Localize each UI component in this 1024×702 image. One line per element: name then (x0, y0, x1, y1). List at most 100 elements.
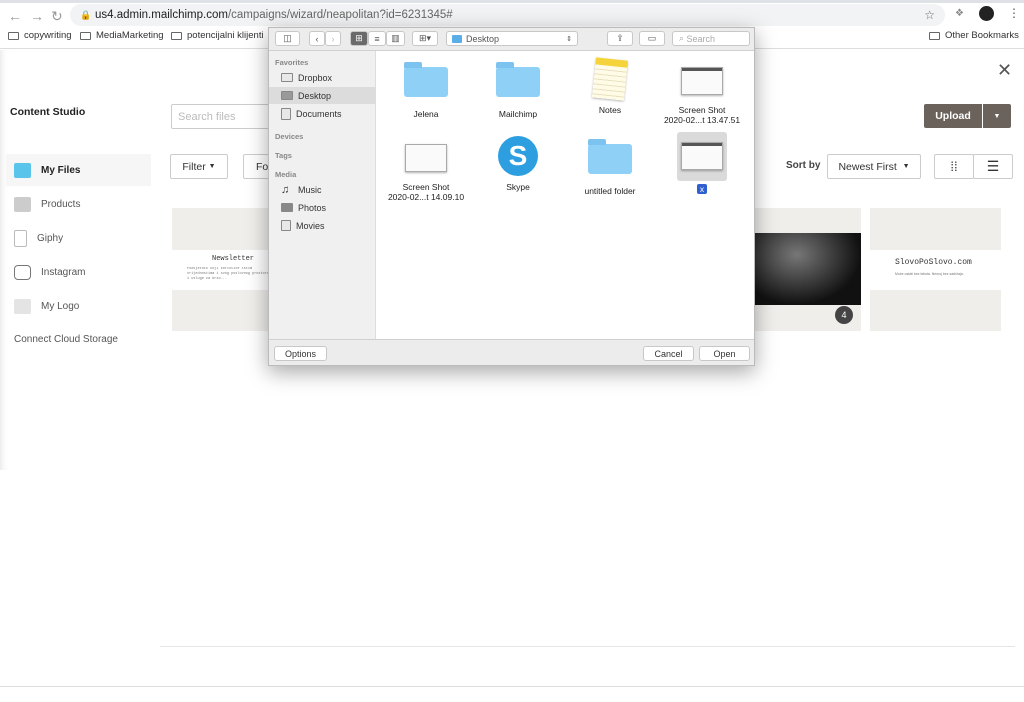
sidebar-item-documents[interactable]: Documents (269, 105, 376, 122)
section-media: Media (275, 170, 297, 179)
options-button[interactable]: Options (274, 346, 327, 361)
sidebar-item-label: Products (41, 198, 81, 210)
sort-select[interactable]: Newest First ▼ (827, 154, 921, 179)
file-card-photo[interactable]: 4 (754, 208, 861, 331)
share-button[interactable]: ⇪ (607, 31, 633, 46)
tab-strip (0, 0, 1024, 3)
sidebar-item-products[interactable]: Products (6, 188, 151, 220)
sidebar-item-my-logo[interactable]: My Logo (6, 290, 151, 322)
list-view-button[interactable]: ☰ (973, 154, 1013, 179)
upload-options-button[interactable]: ▼ (983, 104, 1011, 128)
list-icon: ☰ (986, 158, 1000, 174)
profile-avatar[interactable] (979, 6, 994, 21)
screenshot-thumbnail-icon (681, 67, 723, 95)
file-name-line2: 2020-02...t 14.09.10 (387, 192, 465, 202)
folders-label: Fo (256, 160, 269, 173)
upload-button[interactable]: Upload (924, 104, 982, 128)
sidebar-item-photos[interactable]: Photos (269, 199, 376, 216)
bookmark-potencijalni-klijenti[interactable]: potencijalni klijenti (171, 30, 264, 41)
search-files-input[interactable]: Search files (171, 104, 271, 129)
search-icon: ⌕ (679, 33, 687, 43)
file-item-jelena[interactable]: Jelena (381, 59, 471, 119)
back-icon[interactable]: ← (8, 8, 22, 24)
updown-icon: ⇕ (566, 35, 572, 43)
file-item-screenshot-1[interactable]: Screen Shot 2020-02...t 13.47.51 (657, 59, 747, 125)
forward-icon[interactable]: → (30, 8, 44, 24)
file-icon (14, 229, 27, 247)
connect-cloud-storage-link[interactable]: Connect Cloud Storage (14, 334, 118, 345)
file-card-slovoposlovo[interactable]: SlovoPoSlovo.com Može ostati bez teksta.… (870, 208, 1001, 331)
forward-button[interactable]: › (325, 31, 341, 46)
list-view-button[interactable]: ≡ (368, 31, 386, 46)
open-button[interactable]: Open (699, 346, 750, 361)
sidebar-item-instagram[interactable]: Instagram (6, 256, 151, 288)
documents-icon (281, 107, 291, 120)
sidebar-item-music[interactable]: ♫ Music (269, 181, 376, 198)
file-name: Jelena (413, 109, 439, 119)
divider (160, 646, 1015, 647)
back-button[interactable]: ‹ (309, 31, 325, 46)
file-item-screenshot-2[interactable]: Screen Shot 2020-02...t 14.09.10 (381, 136, 471, 202)
file-item-skype[interactable]: S Skype (473, 136, 563, 192)
skype-app-icon: S (498, 136, 538, 176)
close-icon[interactable]: ✕ (997, 60, 1012, 81)
item-label: Photos (298, 202, 327, 213)
sidebar-item-label: Giphy (37, 232, 64, 244)
tag-icon: ▭ (647, 33, 657, 43)
lock-icon: 🔒 (80, 10, 92, 20)
file-item-untitled-folder[interactable]: untitled folder (565, 136, 655, 196)
sidebar-toggle-button[interactable]: ◫ (275, 31, 300, 46)
file-name: Notes (598, 105, 622, 115)
file-card-newsletter[interactable]: Newsletter Podsjetnik koji koristite ist… (172, 208, 272, 331)
dialog-footer: Options Cancel Open (269, 339, 754, 365)
file-name: Skype (506, 182, 530, 192)
location-select[interactable]: Desktop ⇕ (446, 31, 578, 46)
other-bookmarks[interactable]: Other Bookmarks (929, 30, 1019, 41)
menu-icon[interactable]: ⋮ (1008, 6, 1020, 20)
file-item-notes[interactable]: Notes (565, 57, 655, 115)
reload-icon[interactable]: ↻ (51, 8, 63, 25)
dropbox-extension-icon[interactable]: ❖ (955, 8, 964, 19)
grid-view-button[interactable]: ⁞⁞ (934, 154, 974, 179)
column-view-button[interactable]: ▥ (386, 31, 405, 46)
section-devices: Devices (275, 132, 304, 141)
bookmark-label: copywriting (24, 30, 72, 41)
address-bar[interactable]: 🔒 us4.admin.mailchimp.com/campaigns/wizar… (70, 4, 945, 26)
item-label: Dropbox (298, 72, 333, 83)
bookmark-mediamarketing[interactable]: MediaMarketing (80, 30, 164, 41)
sort-value: Newest First (838, 160, 897, 173)
folder-icon (281, 73, 293, 82)
file-name-line2: 2020-02...t 13.47.51 (663, 115, 741, 125)
arrange-icon: ⊞▾ (418, 33, 432, 43)
folder-icon (588, 139, 632, 174)
item-label: Desktop (298, 90, 332, 101)
dialog-search-input[interactable]: ⌕ Search (672, 31, 750, 46)
sidebar-item-my-files[interactable]: My Files (6, 154, 151, 186)
sidebar-item-dropbox[interactable]: Dropbox (269, 69, 376, 86)
count-badge: 4 (835, 306, 853, 324)
columns-icon: ▥ (391, 33, 400, 43)
filter-button[interactable]: Filter ▼ (170, 154, 228, 179)
folder-icon (404, 62, 448, 97)
file-item-mailchimp[interactable]: Mailchimp (473, 59, 563, 119)
divider (0, 686, 1024, 687)
star-icon[interactable]: ☆ (924, 4, 935, 26)
sidebar-item-giphy[interactable]: Giphy (6, 222, 151, 254)
sidebar-item-desktop[interactable]: Desktop (269, 87, 376, 104)
chevron-down-icon: ▼ (993, 112, 1001, 120)
sidebar-item-label: My Files (41, 164, 81, 176)
section-favorites: Favorites (275, 58, 309, 67)
card-text: Podsjetnik koji koristite istim vrijedno… (187, 267, 269, 281)
file-name: Screen Shot (678, 105, 726, 115)
notes-app-icon (591, 57, 629, 101)
file-item-x-selected[interactable]: x (657, 132, 747, 194)
sidebar-item-movies[interactable]: Movies (269, 217, 376, 234)
list-icon: ≡ (374, 33, 380, 44)
bookmark-copywriting[interactable]: copywriting (8, 30, 72, 41)
tag-button[interactable]: ▭ (639, 31, 665, 46)
arrange-button[interactable]: ⊞▾ (412, 31, 438, 46)
cancel-button[interactable]: Cancel (643, 346, 694, 361)
filter-label: Filter (182, 160, 206, 173)
icon-view-button[interactable]: ⊞ (350, 31, 368, 46)
my-files-icon (14, 162, 31, 178)
